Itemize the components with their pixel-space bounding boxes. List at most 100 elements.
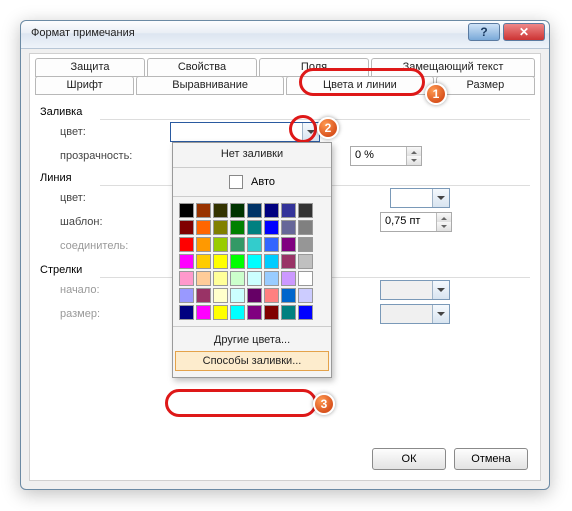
color-swatch[interactable] — [213, 271, 228, 286]
tab-size[interactable]: Размер — [436, 76, 535, 95]
label-transparency: прозрачность: — [60, 150, 132, 162]
color-swatch[interactable] — [298, 237, 313, 252]
color-swatch[interactable] — [230, 237, 245, 252]
color-swatch[interactable] — [196, 254, 211, 269]
color-swatch-grid — [173, 199, 331, 324]
color-swatch[interactable] — [298, 220, 313, 235]
color-swatch[interactable] — [298, 254, 313, 269]
color-swatch[interactable] — [281, 203, 296, 218]
color-swatch[interactable] — [196, 237, 211, 252]
fill-effects-item[interactable]: Способы заливки... — [175, 351, 329, 371]
color-swatch[interactable] — [281, 254, 296, 269]
color-swatch[interactable] — [213, 220, 228, 235]
color-swatch[interactable] — [281, 237, 296, 252]
callout-badge-1: 1 — [425, 83, 447, 105]
color-swatch[interactable] — [230, 305, 245, 320]
color-swatch[interactable] — [247, 237, 262, 252]
color-swatch[interactable] — [298, 203, 313, 218]
chevron-down-icon — [432, 281, 449, 299]
color-swatch[interactable] — [230, 254, 245, 269]
tab-protection[interactable]: Защита — [35, 58, 145, 77]
tab-alignment[interactable]: Выравнивание — [136, 76, 284, 95]
tab-colors-lines[interactable]: Цвета и линии — [286, 76, 434, 95]
color-swatch[interactable] — [179, 305, 194, 320]
color-swatch[interactable] — [213, 288, 228, 303]
color-swatch[interactable] — [213, 237, 228, 252]
ok-button[interactable]: ОК — [372, 448, 446, 470]
spin-up-icon[interactable] — [437, 213, 451, 222]
chevron-down-icon — [432, 305, 449, 323]
color-swatch[interactable] — [247, 288, 262, 303]
callout-badge-2: 2 — [317, 117, 339, 139]
group-fill: Заливка — [40, 106, 82, 118]
color-swatch[interactable] — [247, 305, 262, 320]
color-swatch[interactable] — [264, 254, 279, 269]
color-swatch[interactable] — [196, 271, 211, 286]
color-swatch[interactable] — [179, 203, 194, 218]
color-swatch[interactable] — [179, 254, 194, 269]
line-width-spinner[interactable]: 0,75 пт — [380, 212, 452, 232]
color-swatch[interactable] — [264, 220, 279, 235]
color-swatch[interactable] — [179, 288, 194, 303]
color-swatch[interactable] — [247, 254, 262, 269]
color-swatch[interactable] — [213, 254, 228, 269]
color-picker-popup: Нет заливки Авто Другие цвета... Способы… — [172, 142, 332, 378]
tab-properties[interactable]: Свойства — [147, 58, 257, 77]
tab-margins[interactable]: Поля — [259, 58, 369, 77]
color-swatch[interactable] — [264, 288, 279, 303]
color-swatch[interactable] — [230, 288, 245, 303]
color-swatch[interactable] — [298, 305, 313, 320]
tab-font[interactable]: Шрифт — [35, 76, 134, 95]
label-arrow-size: размер: — [60, 308, 100, 320]
auto-label: Авто — [251, 176, 275, 188]
color-swatch[interactable] — [196, 203, 211, 218]
transparency-spinner[interactable]: 0 % — [350, 146, 422, 166]
color-swatch[interactable] — [247, 203, 262, 218]
color-swatch[interactable] — [264, 203, 279, 218]
arrow-end-combo — [380, 280, 450, 300]
more-colors-item[interactable]: Другие цвета... — [173, 329, 331, 351]
fill-color-combo[interactable] — [170, 122, 320, 142]
color-swatch[interactable] — [298, 288, 313, 303]
titlebar[interactable]: Формат примечания — [21, 21, 549, 49]
color-swatch[interactable] — [230, 203, 245, 218]
spin-down-icon[interactable] — [407, 156, 421, 165]
color-swatch[interactable] — [213, 305, 228, 320]
color-swatch[interactable] — [264, 305, 279, 320]
chevron-down-icon[interactable] — [432, 189, 449, 207]
color-swatch[interactable] — [247, 220, 262, 235]
color-swatch[interactable] — [247, 271, 262, 286]
color-swatch[interactable] — [213, 203, 228, 218]
color-swatch[interactable] — [196, 220, 211, 235]
color-swatch[interactable] — [230, 271, 245, 286]
spin-down-icon[interactable] — [437, 222, 451, 231]
line-style-combo[interactable] — [390, 188, 450, 208]
color-swatch[interactable] — [196, 305, 211, 320]
label-connector: соединитель: — [60, 240, 128, 252]
color-swatch[interactable] — [179, 237, 194, 252]
color-swatch[interactable] — [281, 288, 296, 303]
help-button[interactable] — [468, 23, 500, 41]
transparency-value: 0 % — [355, 149, 374, 161]
dialog-client: Защита Свойства Поля Замещающий текст Шр… — [29, 53, 541, 481]
color-swatch[interactable] — [179, 271, 194, 286]
group-line: Линия — [40, 172, 72, 184]
close-button[interactable] — [503, 23, 545, 41]
color-swatch[interactable] — [281, 220, 296, 235]
color-swatch[interactable] — [230, 220, 245, 235]
auto-color-item[interactable]: Авто — [173, 170, 331, 194]
cancel-button[interactable]: Отмена — [454, 448, 528, 470]
label-color: цвет: — [60, 126, 86, 138]
color-swatch[interactable] — [298, 271, 313, 286]
spin-up-icon[interactable] — [407, 147, 421, 156]
label-template: шаблон: — [60, 216, 103, 228]
color-swatch[interactable] — [196, 288, 211, 303]
auto-swatch-icon — [229, 175, 243, 189]
color-swatch[interactable] — [179, 220, 194, 235]
color-swatch[interactable] — [281, 271, 296, 286]
color-swatch[interactable] — [281, 305, 296, 320]
color-swatch[interactable] — [264, 237, 279, 252]
no-fill-item[interactable]: Нет заливки — [173, 143, 331, 165]
color-swatch[interactable] — [264, 271, 279, 286]
tab-alt-text[interactable]: Замещающий текст — [371, 58, 535, 77]
